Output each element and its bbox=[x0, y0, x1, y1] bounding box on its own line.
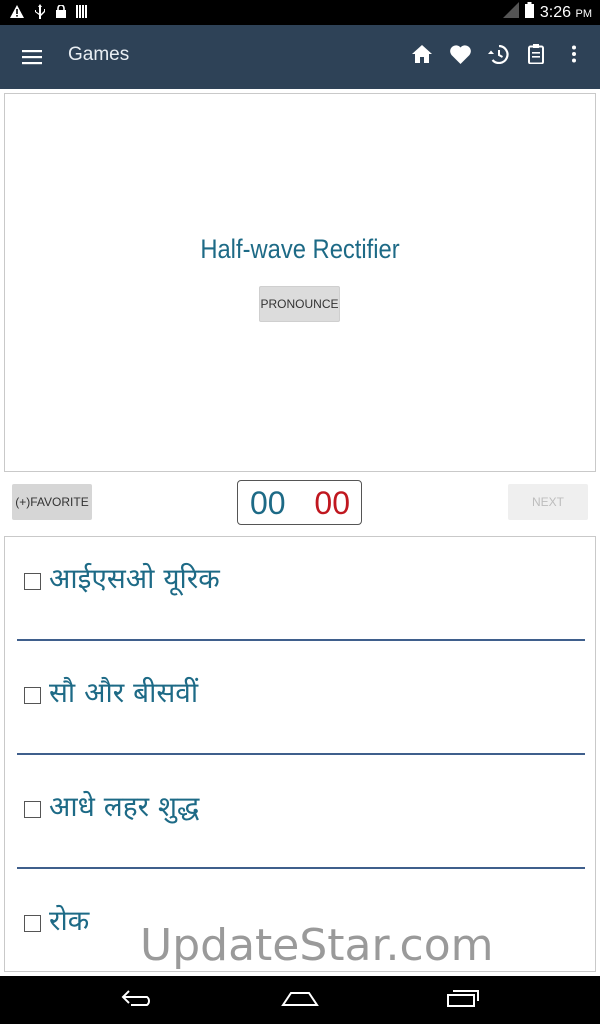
home-nav-button[interactable] bbox=[280, 986, 320, 1014]
option-label: आईएसओ यूरिक bbox=[49, 562, 220, 595]
pronounce-button[interactable]: PRONOUNCE bbox=[259, 286, 340, 322]
option-checkbox[interactable] bbox=[24, 573, 41, 590]
history-icon bbox=[487, 44, 509, 68]
option-checkbox[interactable] bbox=[24, 687, 41, 704]
controls-row: (+)FAVORITE 00 00 NEXT bbox=[0, 474, 600, 532]
score-wrong: 00 bbox=[314, 485, 350, 521]
question-word: Half-wave Rectifier bbox=[200, 234, 400, 264]
battery-icon bbox=[524, 2, 534, 23]
back-button[interactable] bbox=[118, 986, 158, 1014]
option-divider bbox=[17, 639, 585, 641]
hamburger-menu-icon bbox=[22, 50, 42, 69]
option-item[interactable]: आधे लहर शुद्ध bbox=[5, 765, 595, 879]
score-box: 00 00 bbox=[237, 480, 362, 525]
barcode-icon bbox=[76, 5, 87, 18]
history-button[interactable] bbox=[486, 43, 510, 69]
clock-ampm: PM bbox=[575, 7, 593, 20]
menu-button[interactable] bbox=[22, 45, 50, 69]
recents-button[interactable] bbox=[443, 986, 483, 1014]
overflow-menu-button[interactable] bbox=[562, 43, 586, 69]
option-label: सौ और बीसवीं bbox=[49, 676, 199, 709]
warning-icon bbox=[10, 5, 24, 18]
home-outline-icon bbox=[281, 989, 319, 1011]
option-checkbox[interactable] bbox=[24, 801, 41, 818]
favorites-button[interactable] bbox=[448, 43, 472, 69]
option-item[interactable]: आईएसओ यूरिक bbox=[5, 537, 595, 651]
option-item[interactable]: सौ और बीसवीं bbox=[5, 651, 595, 765]
heart-icon bbox=[449, 44, 471, 68]
status-left-icons bbox=[10, 4, 87, 19]
system-nav-bar bbox=[0, 976, 600, 1024]
clipboard-button[interactable] bbox=[524, 43, 548, 69]
option-divider bbox=[17, 867, 585, 869]
status-right: 3:26 PM bbox=[502, 2, 592, 23]
app-bar: Games bbox=[0, 25, 600, 89]
usb-icon bbox=[34, 4, 46, 19]
add-favorite-button[interactable]: (+)FAVORITE bbox=[12, 484, 92, 520]
score-correct: 00 bbox=[250, 485, 286, 521]
options-card: आईएसओ यूरिक सौ और बीसवीं आधे लहर शुद्ध र… bbox=[4, 536, 596, 972]
watermark: UpdateStar.com bbox=[140, 920, 494, 971]
lock-icon bbox=[56, 5, 66, 18]
option-label: रोक bbox=[49, 904, 90, 937]
more-vert-icon bbox=[571, 45, 577, 67]
home-button[interactable] bbox=[410, 43, 434, 69]
clock-time: 3:26 bbox=[539, 3, 572, 21]
option-checkbox[interactable] bbox=[24, 915, 41, 932]
recents-icon bbox=[446, 989, 480, 1011]
word-card: Half-wave Rectifier PRONOUNCE bbox=[4, 93, 596, 472]
app-actions bbox=[410, 43, 586, 69]
back-icon bbox=[121, 989, 155, 1011]
status-time: 3:26 PM bbox=[540, 4, 592, 22]
app-title: Games bbox=[68, 44, 130, 65]
next-button[interactable]: NEXT bbox=[508, 484, 588, 520]
option-label: आधे लहर शुद्ध bbox=[49, 790, 200, 823]
signal-icon bbox=[502, 2, 519, 23]
clipboard-icon bbox=[528, 44, 544, 68]
option-divider bbox=[17, 753, 585, 755]
home-icon bbox=[412, 45, 432, 67]
status-bar: 3:26 PM bbox=[0, 0, 600, 25]
